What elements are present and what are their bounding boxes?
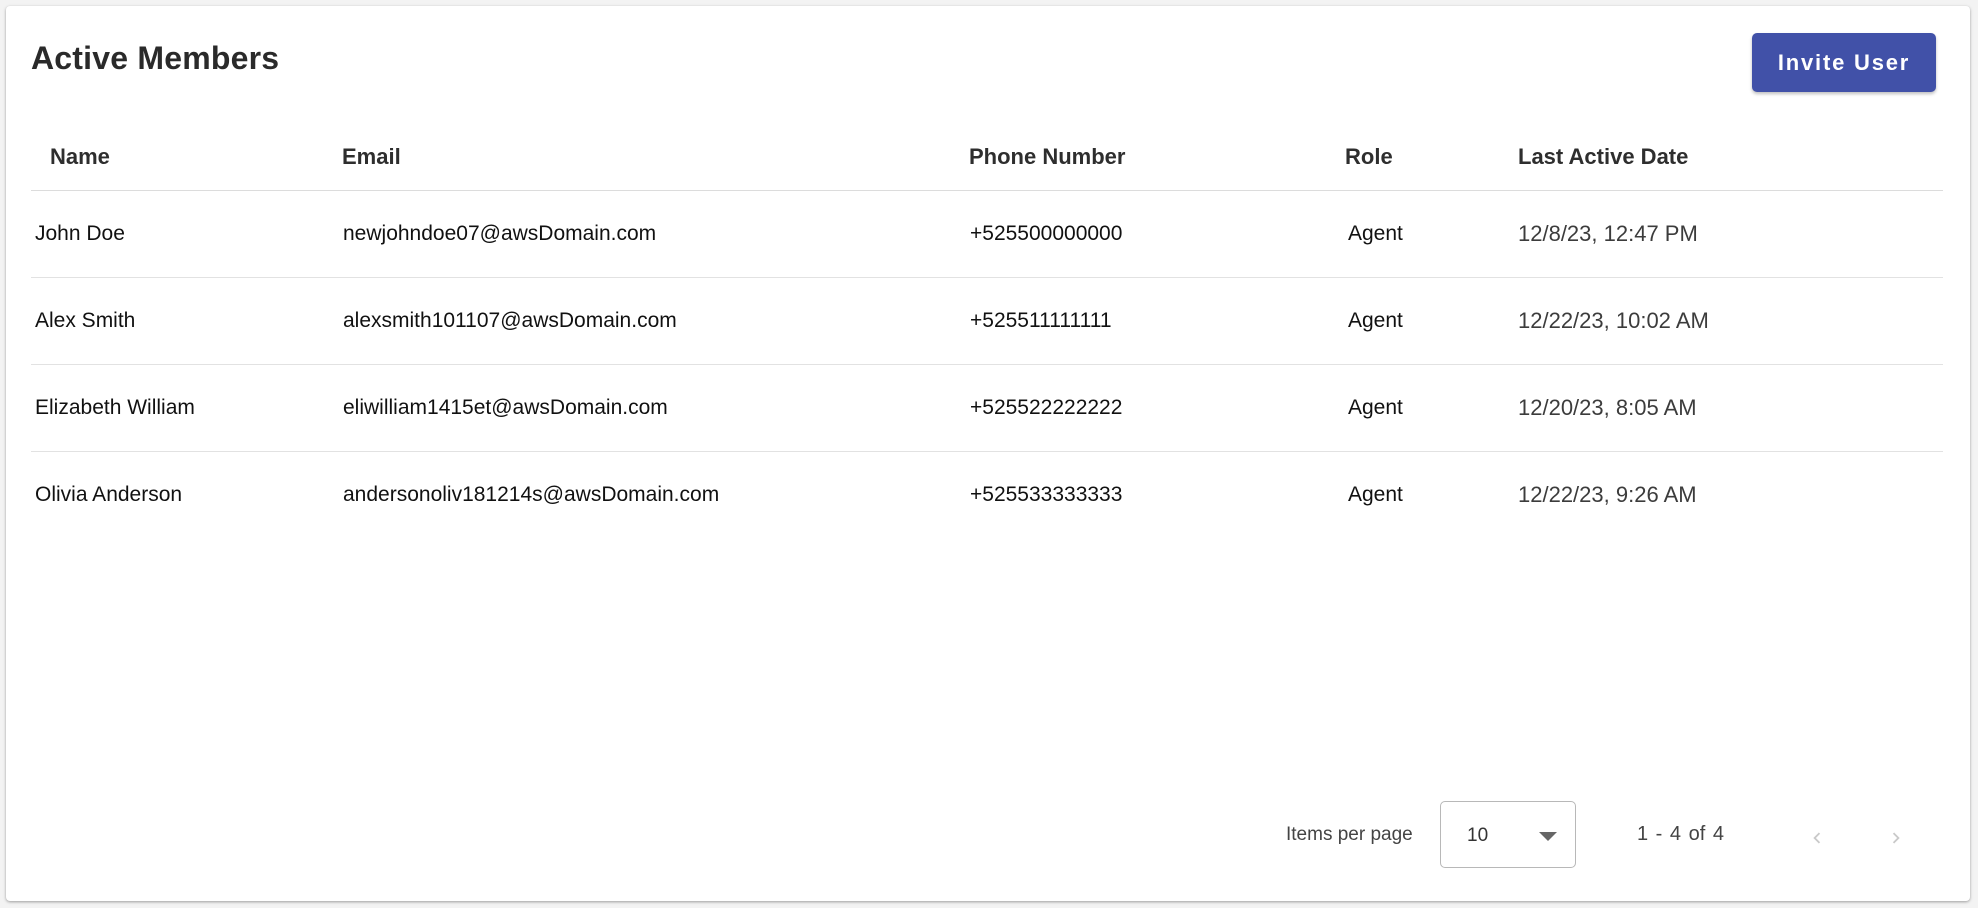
cell-phone: +525511111111	[970, 309, 1112, 332]
cell-last-active: 12/20/23, 8:05 AM	[1518, 395, 1697, 420]
next-page-button[interactable]	[1876, 818, 1916, 858]
cell-phone: +525522222222	[970, 396, 1123, 419]
page-title: Active Members	[31, 40, 280, 76]
chevron-left-icon	[1813, 832, 1821, 844]
cell-role: Agent	[1348, 309, 1403, 332]
invite-user-button[interactable]: Invite User	[1752, 33, 1936, 92]
column-header-last-active[interactable]: Last Active Date	[1518, 144, 1688, 170]
range-label: 1 - 4 of 4	[1637, 823, 1724, 845]
cell-role: Agent	[1348, 396, 1403, 419]
table-row[interactable]: John Doe newjohndoe07@awsDomain.com +525…	[31, 191, 1943, 278]
cell-role: Agent	[1348, 222, 1403, 245]
page-size-value: 10	[1467, 825, 1489, 846]
cell-last-active: 12/22/23, 9:26 AM	[1518, 482, 1697, 507]
column-header-role[interactable]: Role	[1345, 144, 1393, 170]
previous-page-button[interactable]	[1797, 818, 1837, 858]
page-size-select[interactable]: 10	[1440, 801, 1576, 868]
cell-email: andersonoliv181214s@awsDomain.com	[343, 483, 720, 506]
table-header-row: Name Email Phone Number Role Last Active…	[31, 106, 1943, 191]
cell-email: alexsmith101107@awsDomain.com	[343, 309, 677, 332]
column-header-name[interactable]: Name	[50, 144, 110, 170]
paginator: Items per page 10 1 - 4 of 4	[6, 796, 1970, 876]
cell-name: Olivia Anderson	[35, 483, 183, 506]
chevron-right-icon	[1892, 832, 1900, 844]
cell-email: newjohndoe07@awsDomain.com	[343, 222, 657, 245]
cell-role: Agent	[1348, 483, 1403, 506]
cell-phone: +525533333333	[970, 483, 1123, 506]
cell-name: Elizabeth William	[35, 396, 195, 419]
cell-last-active: 12/8/23, 12:47 PM	[1518, 221, 1698, 246]
table-row[interactable]: Olivia Anderson andersonoliv181214s@awsD…	[31, 452, 1943, 538]
items-per-page-label: Items per page	[1286, 824, 1413, 845]
caret-down-icon	[1539, 832, 1557, 841]
members-table: Name Email Phone Number Role Last Active…	[31, 106, 1943, 538]
column-header-email[interactable]: Email	[342, 144, 401, 170]
active-members-card: Active Members Invite User Name Email Ph…	[6, 6, 1970, 901]
cell-phone: +525500000000	[970, 222, 1123, 245]
cell-email: eliwilliam1415et@awsDomain.com	[343, 396, 668, 419]
column-header-phone[interactable]: Phone Number	[969, 144, 1125, 170]
table-row[interactable]: Elizabeth William eliwilliam1415et@awsDo…	[31, 365, 1943, 452]
cell-last-active: 12/22/23, 10:02 AM	[1518, 308, 1709, 333]
cell-name: John Doe	[35, 222, 125, 245]
table-row[interactable]: Alex Smith alexsmith101107@awsDomain.com…	[31, 278, 1943, 365]
cell-name: Alex Smith	[35, 309, 136, 332]
